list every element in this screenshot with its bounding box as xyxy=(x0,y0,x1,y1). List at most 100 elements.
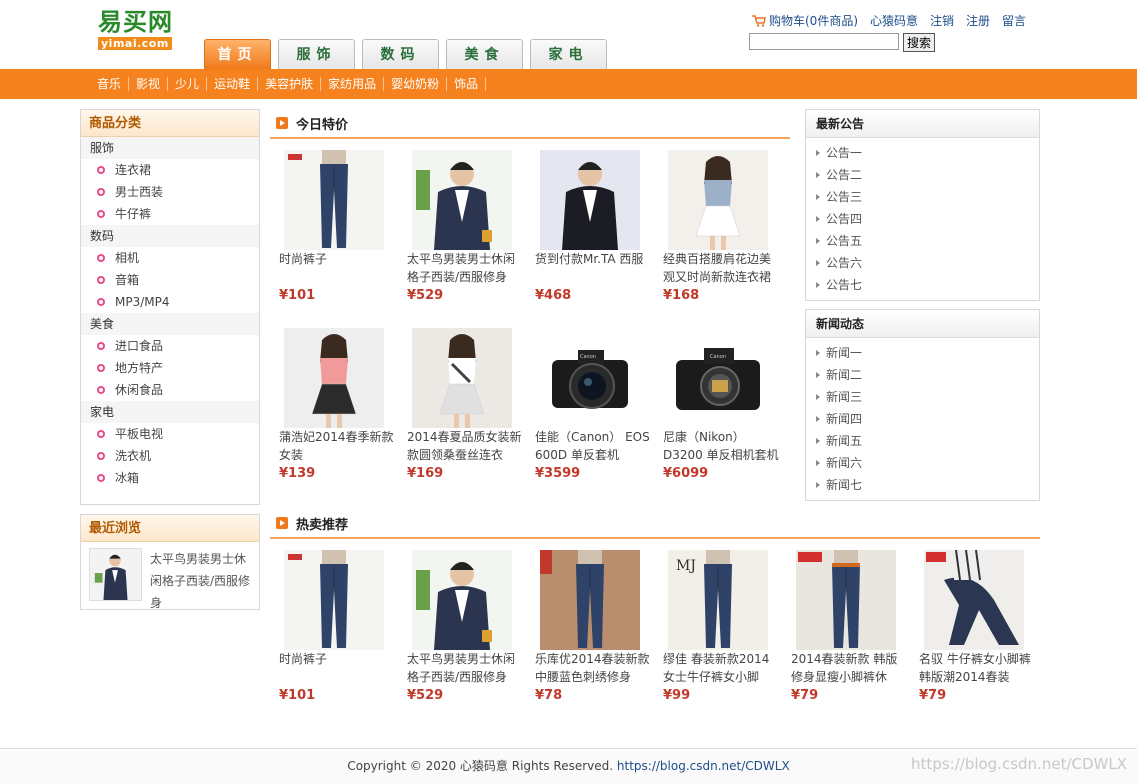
category-group-title[interactable]: 数码 xyxy=(81,225,259,247)
announcement-panel: 最新公告 公告一 公告二 公告三 公告四 公告五 公告六 公告七 xyxy=(805,109,1040,301)
news-item[interactable]: 新闻四 xyxy=(806,408,1039,430)
announcement-item[interactable]: 公告三 xyxy=(806,186,1039,208)
category-item[interactable]: MP3/MP4 xyxy=(81,291,259,313)
product-card[interactable]: 货到付款Mr.TA 西服 ¥468 xyxy=(535,150,653,310)
bullet-icon xyxy=(97,210,105,218)
news-item[interactable]: 新闻五 xyxy=(806,430,1039,452)
product-card[interactable]: 2014春装新款 韩版修身显瘦小脚裤休 ¥79 xyxy=(791,550,909,710)
product-image[interactable] xyxy=(796,550,896,650)
product-image[interactable]: Canon xyxy=(668,328,768,428)
category-item[interactable]: 男士西装 xyxy=(81,181,259,203)
announcement-item[interactable]: 公告二 xyxy=(806,164,1039,186)
product-name[interactable]: 经典百搭腰肩花边美观又时尚新款连衣裙 xyxy=(663,250,779,286)
subnav-jewelry[interactable]: 饰品 xyxy=(447,77,487,91)
category-item[interactable]: 休闲食品 xyxy=(81,379,259,401)
category-group-title[interactable]: 美食 xyxy=(81,313,259,335)
product-image[interactable] xyxy=(540,150,640,250)
category-item[interactable]: 洗衣机 xyxy=(81,445,259,467)
product-name[interactable]: 2014春夏品质女装新款圆领桑蚕丝连衣 xyxy=(407,428,523,464)
news-item[interactable]: 新闻三 xyxy=(806,386,1039,408)
product-image[interactable] xyxy=(284,150,384,250)
subnav-music[interactable]: 音乐 xyxy=(90,77,130,91)
category-item[interactable]: 地方特产 xyxy=(81,357,259,379)
product-card[interactable]: 蒲浩妃2014春季新款女装 ¥139 xyxy=(279,328,397,488)
category-group-title[interactable]: 家电 xyxy=(81,401,259,423)
message-link[interactable]: 留言 xyxy=(1002,12,1026,29)
product-name[interactable]: 蒲浩妃2014春季新款女装 xyxy=(279,428,395,464)
news-item[interactable]: 新闻六 xyxy=(806,452,1039,474)
product-name[interactable]: 名驭 牛仔裤女小脚裤韩版潮2014春装 xyxy=(919,650,1035,686)
tab-digital[interactable]: 数码 xyxy=(362,39,439,69)
product-name[interactable]: 时尚裤子 xyxy=(279,650,395,686)
product-name[interactable]: 太平鸟男装男士休闲格子西装/西服修身 xyxy=(407,250,523,286)
category-item-label: 连衣裙 xyxy=(115,163,152,177)
product-image[interactable] xyxy=(540,550,640,650)
product-card[interactable]: Canon 尼康（Nikon） D3200 单反相机套机 ¥6099 xyxy=(663,328,781,488)
product-image[interactable] xyxy=(284,328,384,428)
category-item[interactable]: 音箱 xyxy=(81,269,259,291)
product-name[interactable]: 佳能（Canon） EOS 600D 单反套机 xyxy=(535,428,651,464)
product-image[interactable] xyxy=(412,150,512,250)
product-name[interactable]: 2014春装新款 韩版修身显瘦小脚裤休 xyxy=(791,650,907,686)
product-image[interactable] xyxy=(284,550,384,650)
tab-clothing[interactable]: 服饰 xyxy=(278,39,355,69)
subnav-kids[interactable]: 少儿 xyxy=(168,77,208,91)
product-name[interactable]: 货到付款Mr.TA 西服 xyxy=(535,250,651,286)
product-image[interactable] xyxy=(412,550,512,650)
cart-link[interactable]: 购物车(0件商品) xyxy=(752,12,858,29)
category-item[interactable]: 牛仔裤 xyxy=(81,203,259,225)
product-name[interactable]: 缪佳 春装新款2014女士牛仔裤女小脚 xyxy=(663,650,779,686)
category-item[interactable]: 连衣裙 xyxy=(81,159,259,181)
news-item[interactable]: 新闻二 xyxy=(806,364,1039,386)
announcement-item[interactable]: 公告七 xyxy=(806,274,1039,296)
subnav-textiles[interactable]: 家纺用品 xyxy=(321,77,385,91)
category-item[interactable]: 相机 xyxy=(81,247,259,269)
product-name[interactable]: 尼康（Nikon） D3200 单反相机套机 xyxy=(663,428,779,464)
product-image[interactable] xyxy=(668,150,768,250)
product-card[interactable]: 时尚裤子 ¥101 xyxy=(279,550,397,710)
product-image[interactable]: MJ xyxy=(668,550,768,650)
announcement-item[interactable]: 公告六 xyxy=(806,252,1039,274)
footer-link[interactable]: https://blog.csdn.net/CDWLX xyxy=(617,759,790,773)
subnav-sneakers[interactable]: 运动鞋 xyxy=(207,77,259,91)
product-image[interactable] xyxy=(924,549,1024,650)
product-card[interactable]: MJ 缪佳 春装新款2014女士牛仔裤女小脚 ¥99 xyxy=(663,550,781,710)
search-input[interactable] xyxy=(749,33,899,50)
announcement-item[interactable]: 公告一 xyxy=(806,142,1039,164)
product-card[interactable]: 乐库优2014春装新款中腰蓝色刺绣修身 ¥78 xyxy=(535,550,653,710)
category-item[interactable]: 冰箱 xyxy=(81,467,259,489)
product-card[interactable]: 2014春夏品质女装新款圆领桑蚕丝连衣 ¥169 xyxy=(407,328,525,488)
tab-home[interactable]: 首页 xyxy=(204,39,271,69)
bullet-icon xyxy=(97,474,105,482)
product-name[interactable]: 太平鸟男装男士休闲格子西装/西服修身 xyxy=(407,650,523,686)
subnav-beauty[interactable]: 美容护肤 xyxy=(258,77,322,91)
product-card[interactable]: 太平鸟男装男士休闲格子西装/西服修身 ¥529 xyxy=(407,150,525,310)
announcement-item[interactable]: 公告五 xyxy=(806,230,1039,252)
category-item[interactable]: 平板电视 xyxy=(81,423,259,445)
subnav-baby-formula[interactable]: 婴幼奶粉 xyxy=(384,77,448,91)
product-name[interactable]: 时尚裤子 xyxy=(279,250,395,286)
product-name[interactable]: 乐库优2014春装新款中腰蓝色刺绣修身 xyxy=(535,650,651,686)
product-card[interactable]: 经典百搭腰肩花边美观又时尚新款连衣裙 ¥168 xyxy=(663,150,781,310)
user-link[interactable]: 心猿码意 xyxy=(870,12,918,29)
category-group-title[interactable]: 服饰 xyxy=(81,137,259,159)
register-link[interactable]: 注册 xyxy=(966,12,990,29)
tab-food[interactable]: 美食 xyxy=(446,39,523,69)
product-card[interactable]: 名驭 牛仔裤女小脚裤韩版潮2014春装 ¥79 xyxy=(919,549,1037,710)
logout-link[interactable]: 注销 xyxy=(930,12,954,29)
announcement-item[interactable]: 公告四 xyxy=(806,208,1039,230)
category-item[interactable]: 进口食品 xyxy=(81,335,259,357)
site-logo[interactable]: 易买网 yimai.com xyxy=(98,8,184,50)
news-item[interactable]: 新闻七 xyxy=(806,474,1039,496)
product-card[interactable]: 时尚裤子 ¥101 xyxy=(279,150,397,310)
product-card[interactable]: Canon 佳能（Canon） EOS 600D 单反套机 ¥3599 xyxy=(535,328,653,488)
search-button[interactable]: 搜索 xyxy=(903,33,936,52)
news-item[interactable]: 新闻一 xyxy=(806,342,1039,364)
product-image[interactable]: Canon xyxy=(540,328,640,428)
product-image[interactable] xyxy=(412,328,512,428)
tab-appliance[interactable]: 家电 xyxy=(530,39,607,69)
subnav-video[interactable]: 影视 xyxy=(129,77,169,91)
product-price: ¥101 xyxy=(279,288,316,303)
recent-item[interactable]: 太平鸟男装男士休闲格子西装/西服修身 xyxy=(81,542,259,620)
product-card[interactable]: 太平鸟男装男士休闲格子西装/西服修身 ¥529 xyxy=(407,550,525,710)
